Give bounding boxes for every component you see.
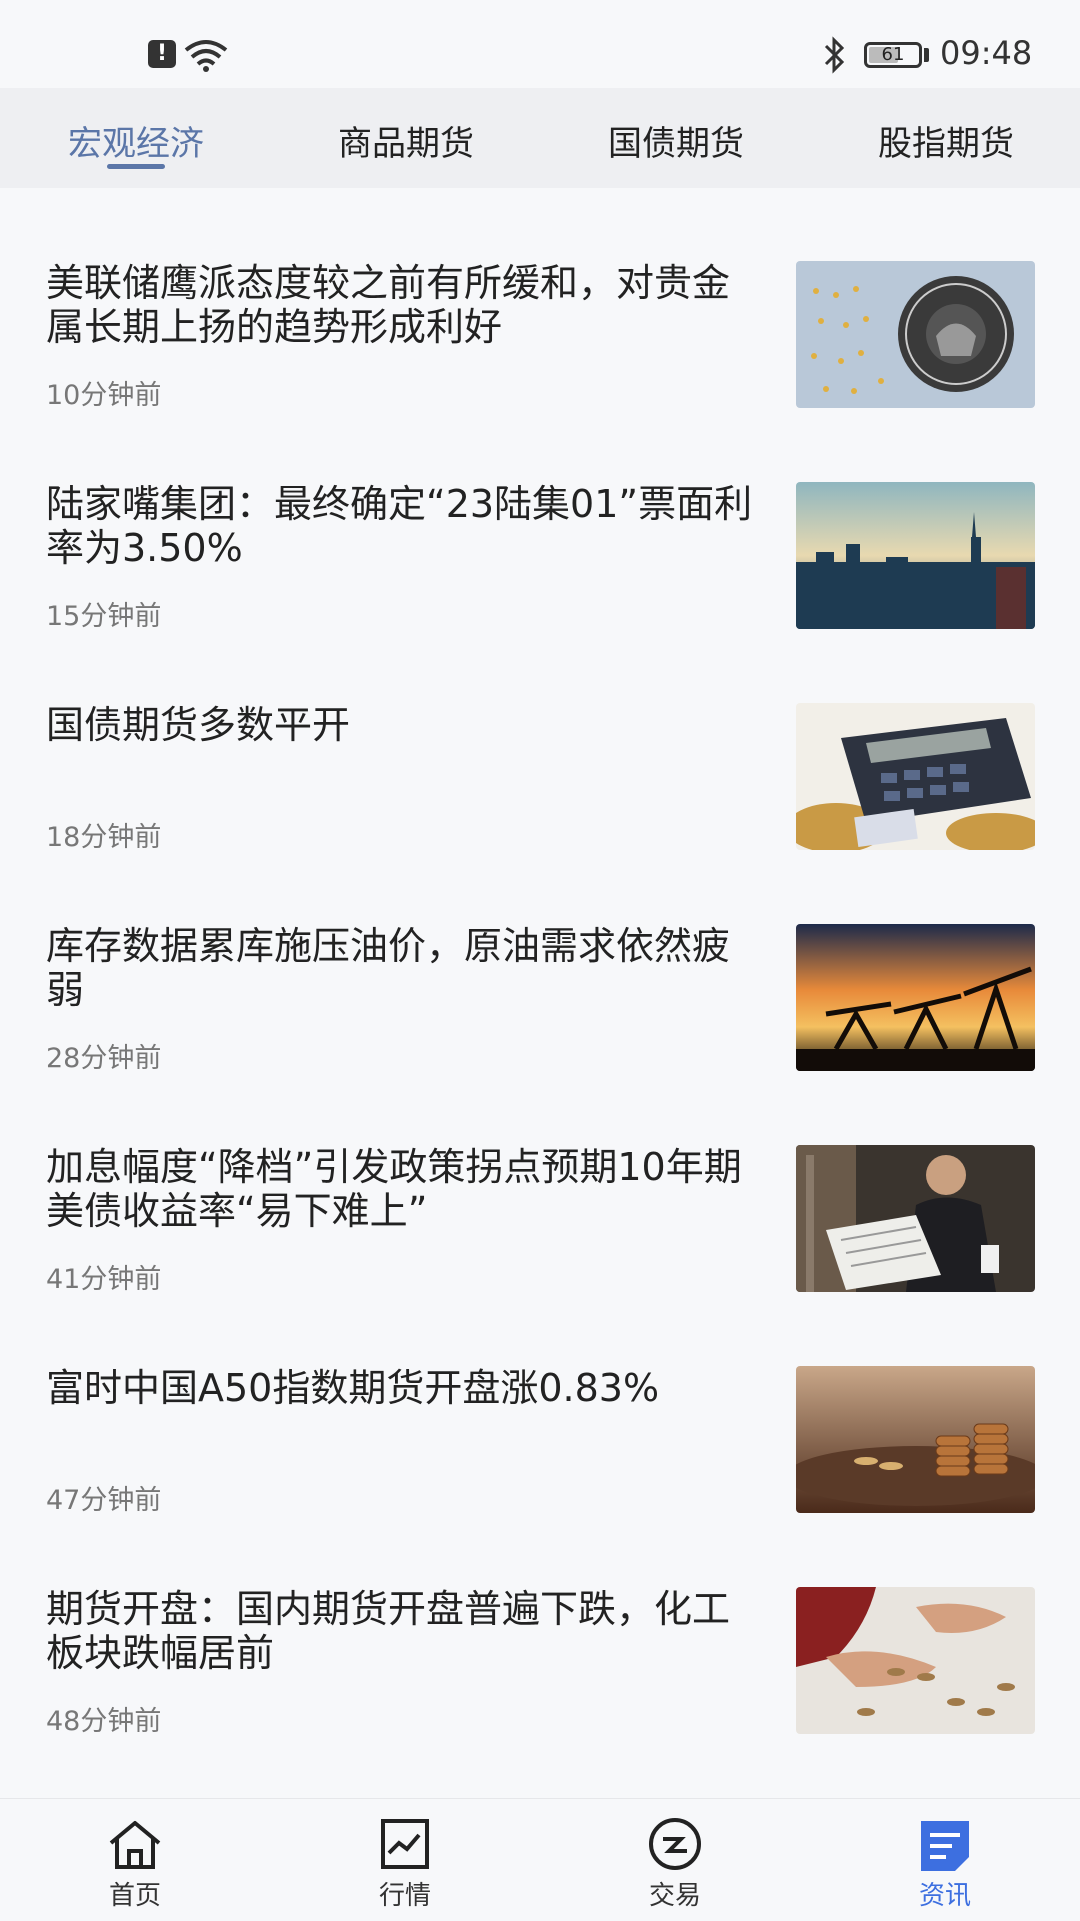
news-list: 美联储鹰派态度较之前有所缓和，对贵金属长期上扬的趋势形成利好 10分钟前 陆家嘴… <box>0 188 1080 1798</box>
tab-macro-economy[interactable]: 宏观经济 <box>36 116 236 165</box>
news-title[interactable]: 期货开盘：国内期货开盘普遍下跌，化工板块跌幅居前 <box>46 1587 766 1675</box>
news-item[interactable]: 国债期货多数平开 18分钟前 <box>0 630 1080 853</box>
news-time: 47分钟前 <box>46 1485 162 1516</box>
news-thumbnail[interactable] <box>796 1587 1035 1734</box>
news-item[interactable]: 库存数据累库施压油价，原油需求依然疲弱 28分钟前 <box>0 851 1080 1074</box>
battery-level: 61 <box>881 44 905 65</box>
news-thumbnail[interactable] <box>796 924 1035 1071</box>
news-title[interactable]: 库存数据累库施压油价，原油需求依然疲弱 <box>46 924 766 1012</box>
nav-label: 行情 <box>378 1881 431 1911</box>
trade-icon <box>649 1818 701 1870</box>
wifi-icon <box>184 40 228 72</box>
category-tabs: 宏观经济 商品期货 国债期货 股指期货 <box>0 88 1080 188</box>
news-title[interactable]: 加息幅度“降档”引发政策拐点预期10年期美债收益率“易下难上” <box>46 1145 766 1233</box>
news-icon <box>921 1821 969 1871</box>
news-time: 28分钟前 <box>46 1043 162 1074</box>
oil-pumps-sunset-image <box>796 924 1035 1071</box>
tab-treasury-futures[interactable]: 国债期货 <box>576 116 776 165</box>
nav-label: 首页 <box>108 1881 161 1911</box>
news-title[interactable]: 富时中国A50指数期货开盘涨0.83% <box>46 1366 766 1410</box>
nav-market[interactable]: 行情 <box>345 1817 465 1917</box>
federal-reserve-seal-image <box>796 261 1035 408</box>
battery-icon: 61 <box>864 42 922 68</box>
chart-icon <box>381 1819 429 1869</box>
nav-home[interactable]: 首页 <box>75 1817 195 1917</box>
city-skyline-image <box>796 482 1035 629</box>
news-time: 41分钟前 <box>46 1264 162 1295</box>
news-thumbnail[interactable] <box>796 482 1035 629</box>
man-reading-newspaper-image <box>796 1145 1035 1292</box>
news-title[interactable]: 陆家嘴集团：最终确定“23陆集01”票面利率为3.50% <box>46 482 766 570</box>
calculator-coins-image <box>796 703 1035 850</box>
tab-commodity-futures[interactable]: 商品期货 <box>306 116 506 165</box>
news-time: 10分钟前 <box>46 380 162 411</box>
news-item[interactable]: 美联储鹰派态度较之前有所缓和，对贵金属长期上扬的趋势形成利好 10分钟前 <box>0 188 1080 411</box>
home-icon <box>109 1821 161 1869</box>
news-thumbnail[interactable] <box>796 703 1035 850</box>
news-item[interactable]: 富时中国A50指数期货开盘涨0.83% 47分钟前 <box>0 1293 1080 1516</box>
news-title[interactable]: 美联储鹰派态度较之前有所缓和，对贵金属长期上扬的趋势形成利好 <box>46 261 766 349</box>
status-bar: ! 61 09:48 <box>0 0 1080 88</box>
battery-tip <box>924 48 929 62</box>
tab-index-futures[interactable]: 股指期货 <box>846 116 1046 165</box>
bluetooth-icon <box>824 36 845 74</box>
active-tab-indicator <box>107 164 165 169</box>
bottom-navigation: 首页 行情 交易 资讯 <box>0 1798 1080 1921</box>
news-time: 15分钟前 <box>46 601 162 632</box>
hand-with-coins-image <box>796 1587 1035 1734</box>
nav-trade[interactable]: 交易 <box>615 1817 735 1917</box>
news-thumbnail[interactable] <box>796 1366 1035 1513</box>
news-item[interactable]: 陆家嘴集团：最终确定“23陆集01”票面利率为3.50% 15分钟前 <box>0 409 1080 632</box>
news-item[interactable]: 期货开盘：国内期货开盘普遍下跌，化工板块跌幅居前 48分钟前 <box>0 1514 1080 1737</box>
news-title[interactable]: 国债期货多数平开 <box>46 703 766 747</box>
news-thumbnail[interactable] <box>796 261 1035 408</box>
clock: 09:48 <box>940 34 1033 72</box>
alert-icon: ! <box>148 40 176 68</box>
nav-label: 交易 <box>648 1881 701 1911</box>
news-time: 48分钟前 <box>46 1706 162 1737</box>
news-thumbnail[interactable] <box>796 1145 1035 1292</box>
news-time: 18分钟前 <box>46 822 162 853</box>
nav-news[interactable]: 资讯 <box>885 1817 1005 1917</box>
news-item[interactable]: 加息幅度“降档”引发政策拐点预期10年期美债收益率“易下难上” 41分钟前 <box>0 1072 1080 1295</box>
coin-stacks-image <box>796 1366 1035 1513</box>
nav-label: 资讯 <box>918 1881 971 1911</box>
